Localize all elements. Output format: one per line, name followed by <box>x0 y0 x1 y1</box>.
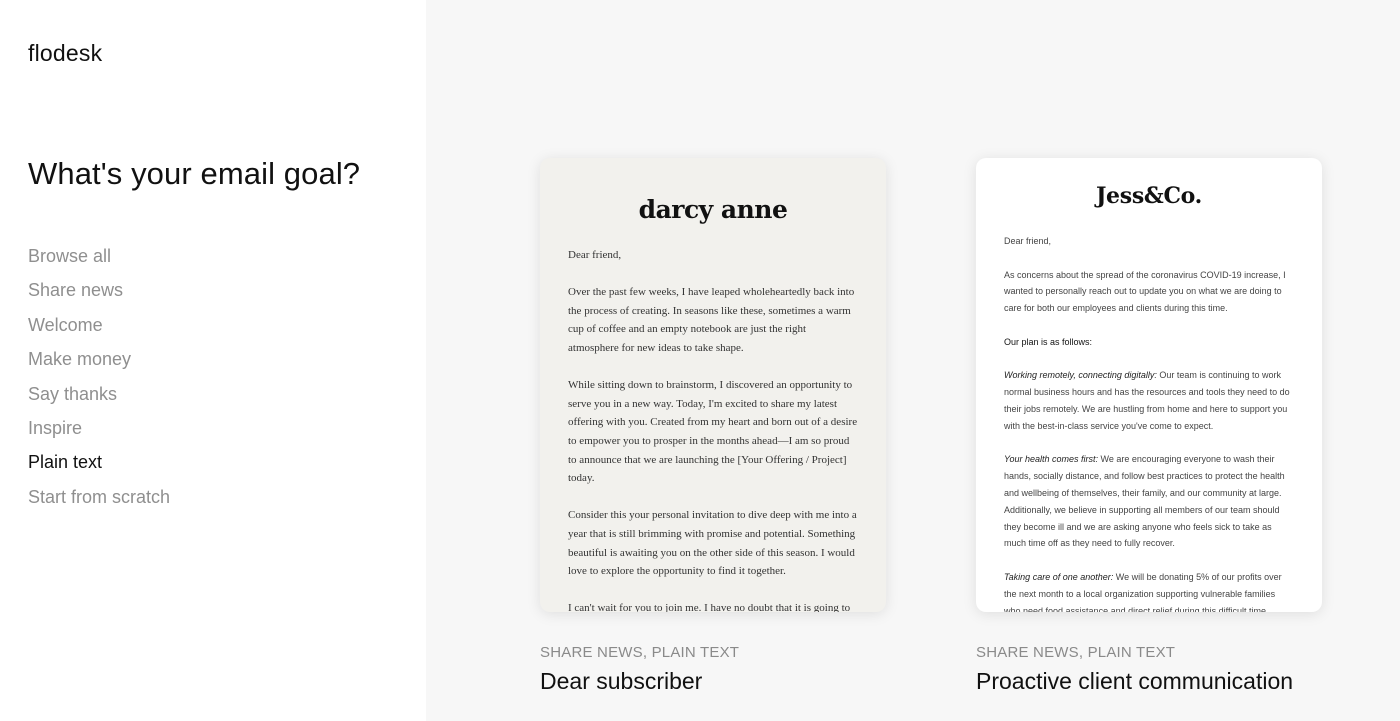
sidebar: flodesk What's your email goal? Browse a… <box>0 0 426 721</box>
template-tags: SHARE NEWS, PLAIN TEXT <box>976 644 1176 661</box>
letter-greeting: Dear friend, <box>1004 236 1052 246</box>
page-title: What's your email goal? <box>28 156 361 191</box>
letter-section: Your health comes first: We are encourag… <box>1004 451 1294 552</box>
template-gallery: darcy anne Dear friend, Over the past fe… <box>426 0 1400 721</box>
letter-paragraph: Consider this your personal invitation t… <box>568 509 857 578</box>
nav-item-welcome[interactable]: Welcome <box>28 313 170 347</box>
template-brand: Jess&Co. <box>1095 183 1203 209</box>
template-brand: darcy anne <box>638 195 788 224</box>
nav-item-browse-all[interactable]: Browse all <box>28 244 170 278</box>
letter-section-text: We are encouraging everyone to wash thei… <box>1004 454 1285 549</box>
goal-nav: Browse all Share news Welcome Make money… <box>28 244 170 519</box>
template-title[interactable]: Dear subscriber <box>540 668 702 695</box>
nav-item-inspire[interactable]: Inspire <box>28 416 170 450</box>
template-letter-body: Dear friend, As concerns about the sprea… <box>976 233 1322 612</box>
nav-item-start-from-scratch[interactable]: Start from scratch <box>28 485 170 519</box>
letter-plan-heading: Our plan is as follows: <box>1004 336 1093 347</box>
letter-section: Taking care of one another: We will be d… <box>1004 569 1294 612</box>
letter-section-title: Your health comes first: <box>1004 454 1099 465</box>
flodesk-logo[interactable]: flodesk <box>28 40 102 67</box>
template-title[interactable]: Proactive client communication <box>976 668 1293 695</box>
letter-paragraph: Over the past few weeks, I have leaped w… <box>568 286 855 354</box>
letter-section: Working remotely, connecting digitally: … <box>1004 367 1294 434</box>
nav-item-make-money[interactable]: Make money <box>28 347 170 381</box>
letter-section-title: Working remotely, connecting digitally: <box>1004 370 1157 381</box>
letter-section-title: Taking care of one another: <box>1004 571 1114 582</box>
nav-item-say-thanks[interactable]: Say thanks <box>28 382 170 416</box>
template-preview[interactable]: darcy anne Dear friend, Over the past fe… <box>540 158 886 612</box>
nav-item-share-news[interactable]: Share news <box>28 278 170 312</box>
template-tags: SHARE NEWS, PLAIN TEXT <box>540 644 740 661</box>
letter-paragraph: As concerns about the spread of the coro… <box>1004 269 1286 314</box>
nav-item-plain-text[interactable]: Plain text <box>28 450 170 484</box>
letter-paragraph: I can't wait for you to join me. I have … <box>568 602 851 612</box>
template-letter-body: Dear friend, Over the past few weeks, I … <box>540 246 886 612</box>
letter-paragraph: While sitting down to brainstorm, I disc… <box>568 379 858 485</box>
template-preview[interactable]: Jess&Co. Dear friend, As concerns about … <box>976 158 1322 612</box>
letter-greeting: Dear friend, <box>568 249 622 261</box>
